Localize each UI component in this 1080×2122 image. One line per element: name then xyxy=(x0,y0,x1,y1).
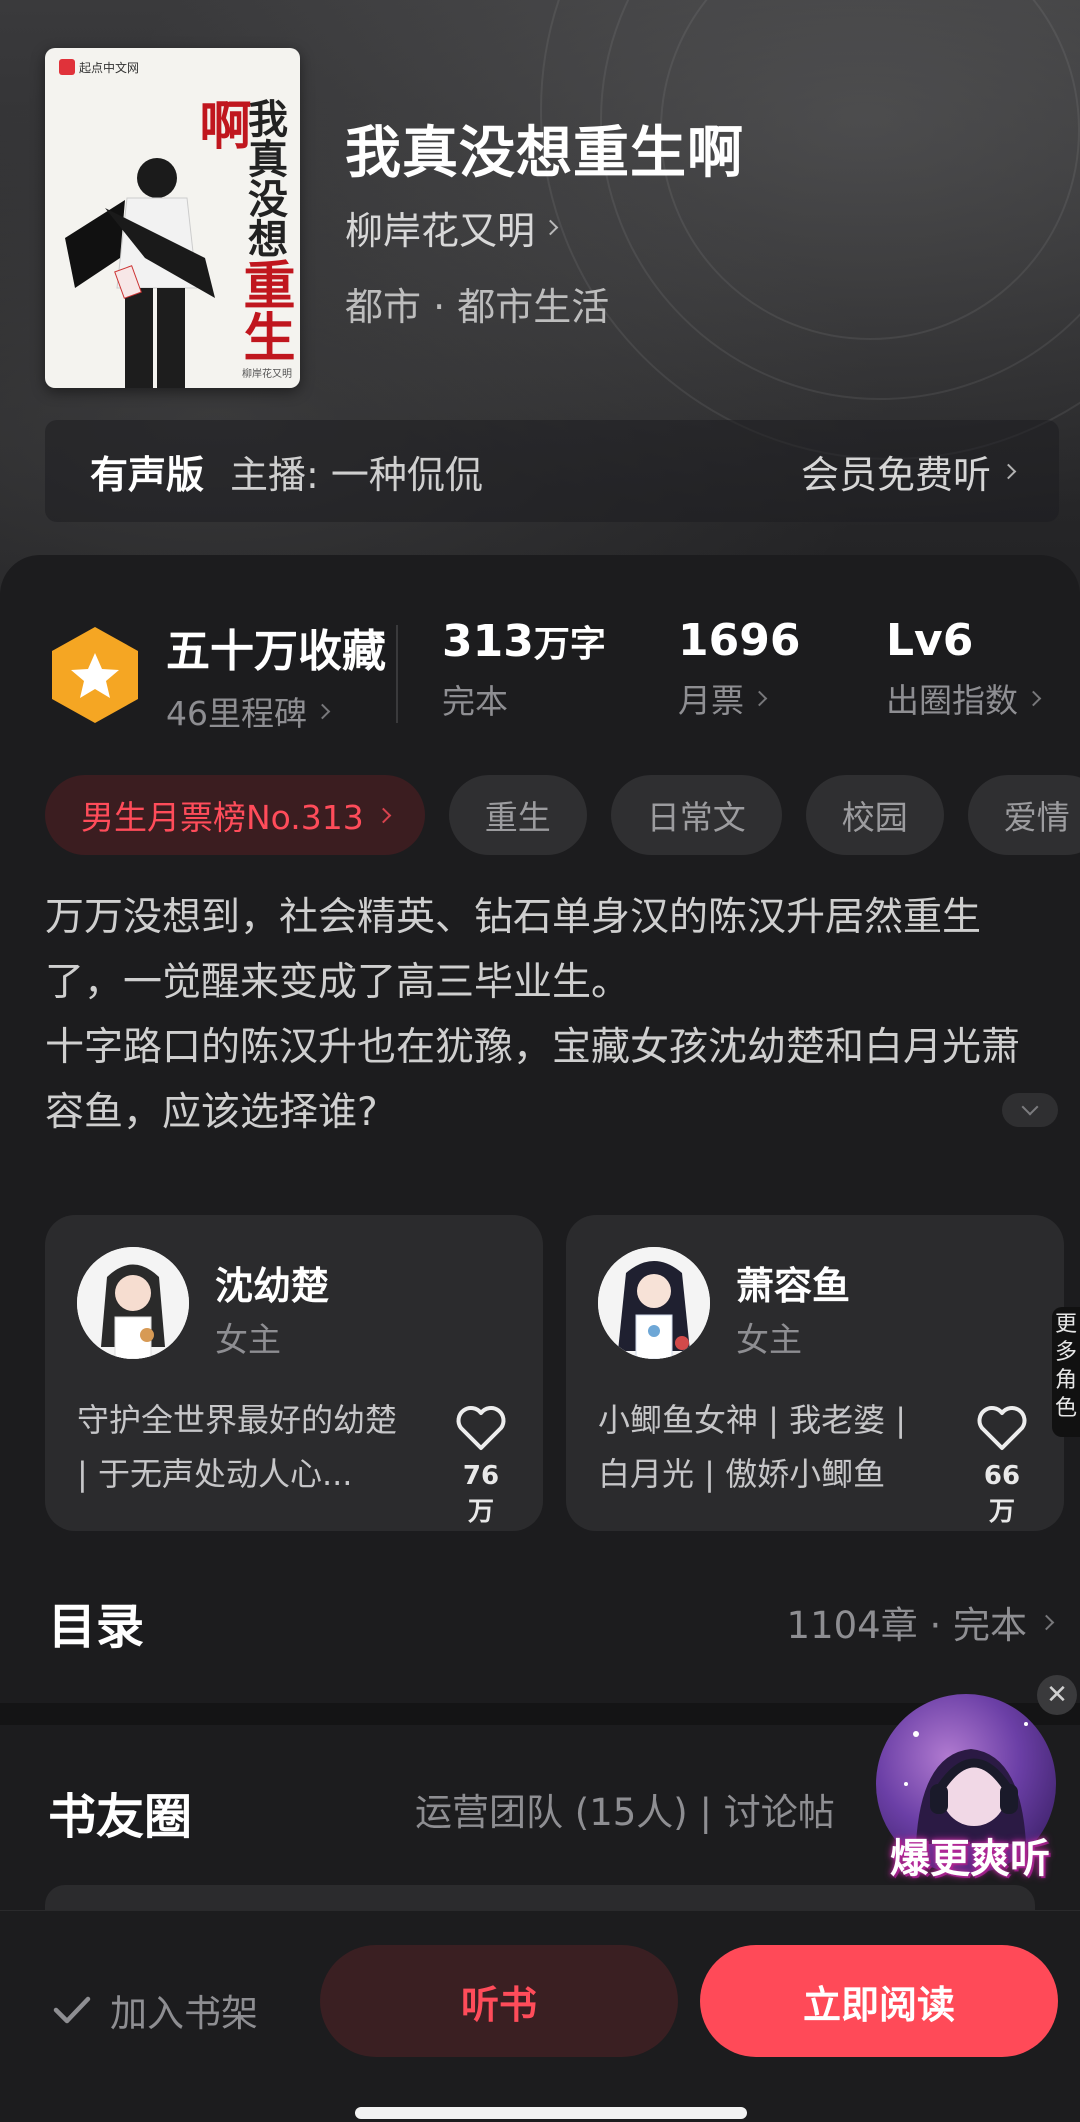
stat-words: 313万字 完本 xyxy=(442,616,606,721)
like-count: 76万 xyxy=(462,1461,500,1527)
stats-divider xyxy=(396,625,398,723)
cover-figure-illustration xyxy=(65,158,215,388)
heart-icon xyxy=(456,1406,506,1450)
author-name: 柳岸花又明 xyxy=(345,209,536,253)
book-header: 起点中文网 我真没想重生啊 柳岸花又明 我真没想重生啊 柳岸花又明 都市 · 都… xyxy=(0,0,1080,600)
star-badge-icon xyxy=(52,627,138,723)
tag-chip[interactable]: 日常文 xyxy=(610,775,782,855)
author-link[interactable]: 柳岸花又明 xyxy=(345,200,559,255)
chevron-right-icon xyxy=(1025,690,1042,706)
circle-title: 书友圈 xyxy=(48,1789,193,1845)
audio-anchor: 主播: 一种侃侃 xyxy=(230,452,483,497)
cover-title: 我真没想重生啊 xyxy=(190,98,295,362)
character-card[interactable]: 萧容鱼 女主 小鲫鱼女神 | 我老婆 | 白月光 | 傲娇小鲫鱼 66万 xyxy=(566,1215,1064,1531)
more-characters-tab[interactable]: 更多角色 xyxy=(1052,1307,1080,1437)
character-desc: 小鲫鱼女神 | 我老婆 | 白月光 | 傲娇小鲫鱼 xyxy=(598,1401,907,1493)
heart-icon xyxy=(977,1406,1027,1450)
chevron-right-icon xyxy=(1000,463,1017,479)
circle-meta[interactable]: 运营团队 (15人) | 讨论帖 xyxy=(415,1782,835,1836)
listen-button[interactable]: 听书 xyxy=(320,1945,678,2057)
tag-row: 男生月票榜No.313 重生 日常文 校园 爱情 xyxy=(45,775,1080,855)
like-button[interactable]: 66万 xyxy=(972,1405,1032,1528)
publisher-logo-icon xyxy=(59,59,75,75)
like-button[interactable]: 76万 xyxy=(451,1405,511,1528)
member-free-listen[interactable]: 会员免费听 xyxy=(801,444,1017,499)
book-title: 我真没想重生啊 xyxy=(345,121,744,186)
promo-floating-button[interactable]: 爆更爽听 xyxy=(876,1694,1056,1882)
character-name: 沈幼楚 xyxy=(215,1264,330,1308)
read-now-button[interactable]: 立即阅读 xyxy=(700,1945,1058,2057)
home-indicator[interactable] xyxy=(355,2107,747,2119)
book-intro[interactable]: 万万没想到，社会精英、钻石单身汉的陈汉升居然重生了，一觉醒来变成了高三毕业生。 … xyxy=(45,885,1045,1145)
stat-collect[interactable]: 五十万收藏 46里程碑 xyxy=(166,615,386,735)
rank-tag[interactable]: 男生月票榜No.313 xyxy=(45,775,425,855)
character-card[interactable]: 沈幼楚 女主 守护全世界最好的幼楚 | 于无声处动人心... 76万 xyxy=(45,1215,543,1531)
stats-row: 五十万收藏 46里程碑 313万字 完本 1696 月票 Lv6 出圈指数 xyxy=(0,615,1080,733)
toc-link[interactable]: 1104章 · 完本 xyxy=(787,1595,1055,1649)
chevron-right-icon xyxy=(751,690,768,706)
promo-text: 爆更爽听 xyxy=(890,1836,1050,1882)
tag-chip[interactable]: 校园 xyxy=(805,775,944,855)
character-avatar xyxy=(598,1247,710,1359)
stat-monthly-tickets[interactable]: 1696 月票 xyxy=(678,615,800,722)
like-count: 66万 xyxy=(983,1461,1021,1527)
character-role: 女主 xyxy=(215,1320,281,1359)
audio-label: 有声版 xyxy=(90,452,205,497)
book-detail-panel: 五十万收藏 46里程碑 313万字 完本 1696 月票 Lv6 出圈指数 男生… xyxy=(0,555,1080,1705)
add-to-shelf-button[interactable]: 加入书架 xyxy=(52,1983,258,2037)
chevron-right-icon xyxy=(375,807,392,823)
chevron-right-icon xyxy=(314,703,331,719)
character-role: 女主 xyxy=(736,1320,802,1359)
check-icon xyxy=(53,1996,91,2024)
tag-chip[interactable]: 重生 xyxy=(448,775,587,855)
character-avatar xyxy=(77,1247,189,1359)
chevron-down-icon xyxy=(1021,1098,1039,1116)
close-icon[interactable]: ✕ xyxy=(1037,1675,1077,1715)
stat-level[interactable]: Lv6 出圈指数 xyxy=(886,615,1042,722)
toc-title: 目录 xyxy=(48,1599,145,1655)
character-desc: 守护全世界最好的幼楚 | 于无声处动人心... xyxy=(77,1401,398,1493)
tag-chip[interactable]: 爱情 xyxy=(967,775,1080,855)
publisher-badge: 起点中文网 xyxy=(53,56,145,78)
audio-version-bar[interactable]: 有声版 主播: 一种侃侃 会员免费听 xyxy=(45,420,1059,522)
book-cover[interactable]: 起点中文网 我真没想重生啊 柳岸花又明 xyxy=(45,48,300,388)
book-genre: 都市 · 都市生活 xyxy=(345,285,610,329)
bottom-action-bar: 加入书架 听书 立即阅读 xyxy=(0,1910,1080,2122)
character-name: 萧容鱼 xyxy=(736,1264,851,1308)
cover-author: 柳岸花又明 xyxy=(242,369,292,380)
chevron-right-icon xyxy=(1038,1614,1055,1630)
chevron-right-icon xyxy=(542,219,559,236)
expand-intro-button[interactable] xyxy=(1002,1093,1058,1127)
